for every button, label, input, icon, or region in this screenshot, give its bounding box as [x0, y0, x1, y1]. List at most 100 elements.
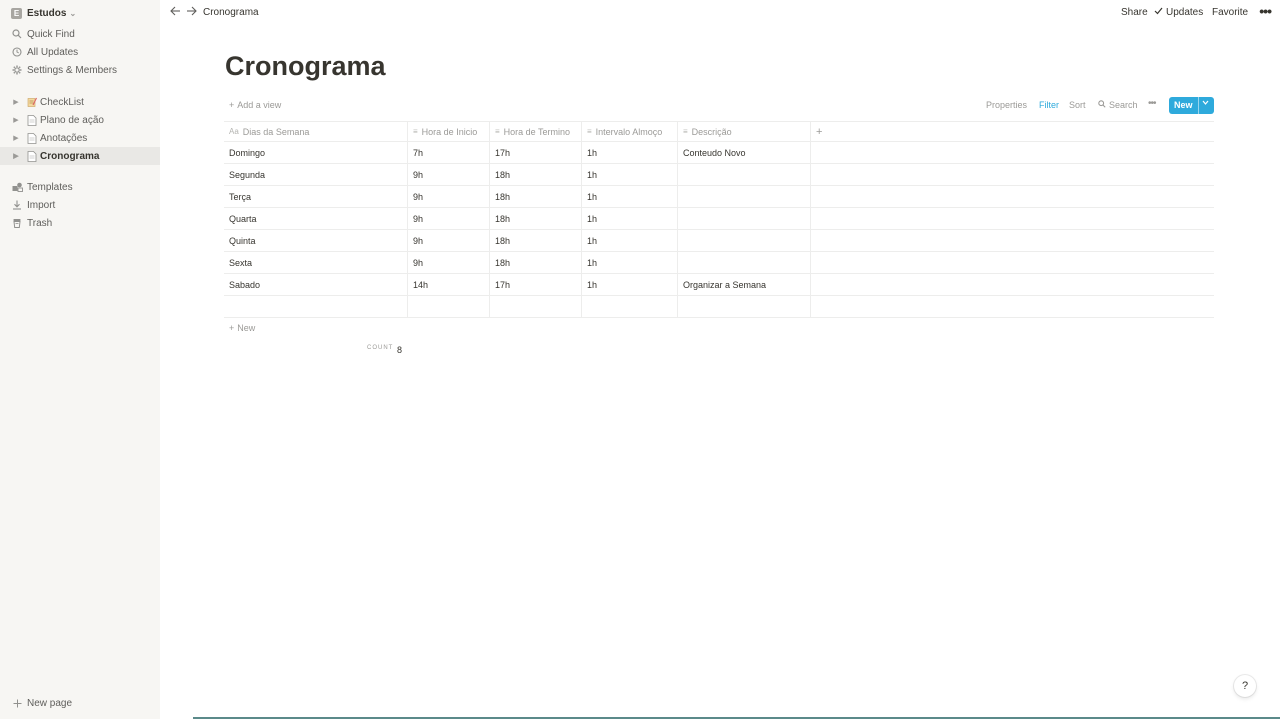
table-cell[interactable]: Quarta [224, 208, 408, 229]
table-cell[interactable] [408, 296, 490, 317]
sidebar-item-quick-find[interactable]: Quick Find [0, 25, 160, 43]
sidebar-page-anotacoes[interactable]: ▶ Anotações [0, 129, 160, 147]
templates-icon [10, 182, 24, 192]
table-cell[interactable] [678, 208, 811, 229]
more-options-icon[interactable]: ••• [1259, 3, 1272, 19]
sidebar-page-cronograma[interactable]: ▶ Cronograma [0, 147, 160, 165]
table-cell[interactable]: 18h [490, 230, 582, 251]
table-cell[interactable]: 1h [582, 208, 678, 229]
sidebar-page-plano-de-acao[interactable]: ▶ Plano de ação [0, 111, 160, 129]
sidebar-page-checklist[interactable]: ▶ CheckList [0, 93, 160, 111]
chevron-down-icon[interactable] [1202, 100, 1209, 107]
table-cell[interactable] [678, 186, 811, 207]
table-cell[interactable] [490, 296, 582, 317]
column-header-label: Hora de Inicio [421, 126, 478, 137]
expand-triangle-icon[interactable]: ▶ [12, 116, 20, 124]
new-record-button[interactable]: New [1169, 97, 1214, 114]
table-cell[interactable]: 9h [408, 208, 490, 229]
table-cell[interactable]: 1h [582, 252, 678, 273]
favorite-button[interactable]: Favorite [1212, 7, 1248, 18]
table-cell[interactable] [582, 296, 678, 317]
column-header-descricao[interactable]: ≡ Descrição [678, 122, 811, 141]
table-row[interactable]: Quinta 9h 18h 1h [224, 230, 1214, 252]
sidebar-item-all-updates[interactable]: All Updates [0, 43, 160, 61]
view-more-icon[interactable]: ••• [1148, 98, 1156, 109]
search-button[interactable]: Search [1098, 100, 1138, 110]
forward-arrow-icon[interactable] [186, 5, 197, 19]
table-cell[interactable]: 18h [490, 208, 582, 229]
table-cell[interactable] [224, 296, 408, 317]
count-label[interactable]: COUNT [367, 345, 393, 351]
table-row[interactable]: Terça 9h 18h 1h [224, 186, 1214, 208]
table-cell[interactable]: Sabado [224, 274, 408, 295]
sidebar-item-trash[interactable]: Trash [0, 214, 160, 232]
add-row-button[interactable]: + New [229, 323, 255, 333]
table-row[interactable]: Sexta 9h 18h 1h [224, 252, 1214, 274]
table-row[interactable]: Quarta 9h 18h 1h [224, 208, 1214, 230]
table-cell[interactable]: Segunda [224, 164, 408, 185]
column-header-hora-inicio[interactable]: ≡ Hora de Inicio [408, 122, 490, 141]
plus-icon: + [229, 323, 235, 333]
table-cell[interactable] [678, 230, 811, 251]
column-header-hora-termino[interactable]: ≡ Hora de Termino [490, 122, 582, 141]
properties-button[interactable]: Properties [986, 100, 1027, 110]
column-header-label: Hora de Termino [503, 126, 571, 137]
help-button[interactable]: ? [1234, 675, 1256, 697]
trash-icon [10, 218, 24, 228]
add-view-button[interactable]: + Add a view [229, 100, 281, 110]
table-cell-empty [811, 274, 1214, 295]
import-icon [10, 200, 24, 210]
table-row[interactable]: Segunda 9h 18h 1h [224, 164, 1214, 186]
table-cell[interactable]: 1h [582, 142, 678, 163]
table-cell[interactable]: 18h [490, 252, 582, 273]
expand-triangle-icon[interactable]: ▶ [12, 98, 20, 106]
table-cell[interactable]: 9h [408, 230, 490, 251]
table-cell[interactable]: 9h [408, 252, 490, 273]
table-row[interactable] [224, 296, 1214, 318]
table-cell[interactable]: Terça [224, 186, 408, 207]
add-column-button[interactable]: + [811, 122, 1214, 141]
page-icon [26, 132, 37, 144]
expand-triangle-icon[interactable]: ▶ [12, 134, 20, 142]
table-cell[interactable]: 17h [490, 142, 582, 163]
table-cell[interactable]: Domingo [224, 142, 408, 163]
table-cell[interactable]: Sexta [224, 252, 408, 273]
table-cell[interactable]: 1h [582, 230, 678, 251]
filter-button[interactable]: Filter [1039, 100, 1059, 110]
search-label: Search [1109, 100, 1138, 110]
table-cell[interactable]: 9h [408, 186, 490, 207]
table-cell[interactable]: 17h [490, 274, 582, 295]
table-cell[interactable]: 1h [582, 274, 678, 295]
column-header-dias[interactable]: Aa Dias da Semana [224, 122, 408, 141]
table-cell[interactable]: 7h [408, 142, 490, 163]
table-cell[interactable]: 18h [490, 186, 582, 207]
sort-button[interactable]: Sort [1069, 100, 1086, 110]
new-page-button[interactable]: New page [0, 694, 160, 712]
back-arrow-icon[interactable] [170, 5, 181, 19]
page-title[interactable]: Cronograma [225, 51, 386, 82]
table-cell[interactable] [678, 252, 811, 273]
table-cell[interactable]: 9h [408, 164, 490, 185]
table-cell[interactable] [678, 164, 811, 185]
table-cell[interactable] [678, 296, 811, 317]
sidebar-item-templates[interactable]: Templates [0, 178, 160, 196]
sidebar-item-import[interactable]: Import [0, 196, 160, 214]
table-cell[interactable]: 18h [490, 164, 582, 185]
table-row[interactable]: Sabado 14h 17h 1h Organizar a Semana [224, 274, 1214, 296]
expand-triangle-icon[interactable]: ▶ [12, 152, 20, 160]
table-cell[interactable]: Quinta [224, 230, 408, 251]
table-cell[interactable]: Conteudo Novo [678, 142, 811, 163]
table-cell[interactable]: 1h [582, 164, 678, 185]
updates-button[interactable]: Updates [1154, 7, 1203, 18]
breadcrumb[interactable]: Cronograma [203, 7, 259, 18]
column-header-intervalo[interactable]: ≡ Intervalo Almoço [582, 122, 678, 141]
table-cell[interactable]: 1h [582, 186, 678, 207]
workspace-switcher[interactable]: E Estudos ⌄ [11, 6, 76, 20]
table-cell[interactable]: 14h [408, 274, 490, 295]
table-row[interactable]: Domingo 7h 17h 1h Conteudo Novo [224, 142, 1214, 164]
table-cell[interactable]: Organizar a Semana [678, 274, 811, 295]
new-record-label: New [1174, 100, 1193, 110]
sidebar-item-settings[interactable]: Settings & Members [0, 61, 160, 79]
check-icon [1154, 7, 1163, 18]
share-button[interactable]: Share [1121, 7, 1148, 18]
